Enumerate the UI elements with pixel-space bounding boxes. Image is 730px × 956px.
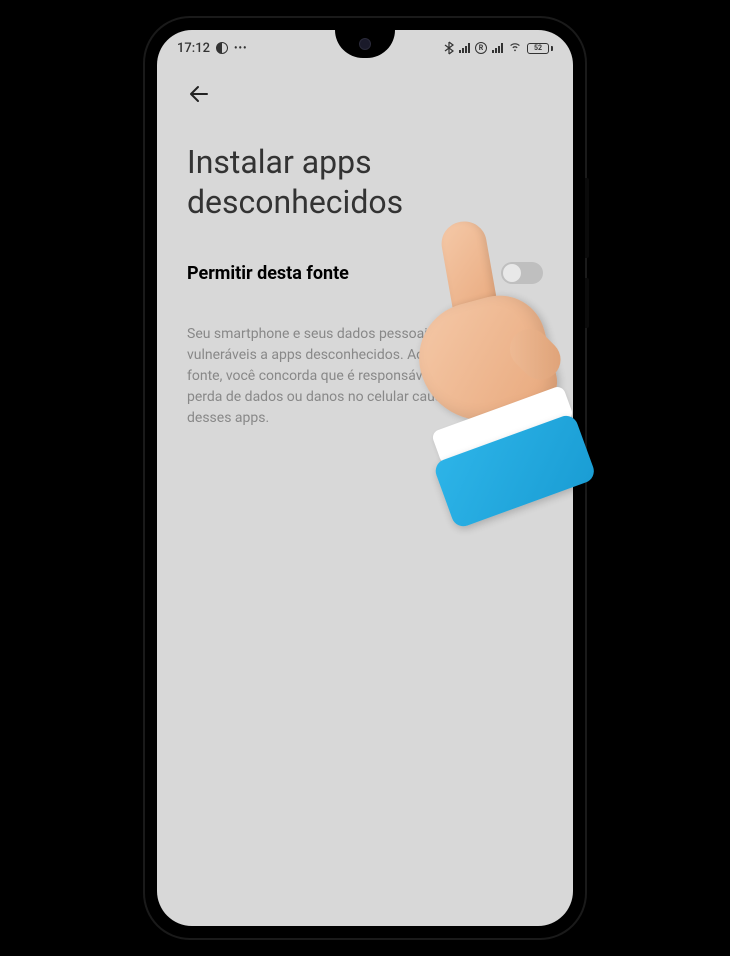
phone-volume-button — [585, 178, 589, 258]
toggle-knob — [503, 264, 521, 282]
allow-source-label: Permitir desta fonte — [187, 263, 349, 284]
status-time: 17:12 — [177, 41, 210, 56]
battery-icon: 52 — [527, 43, 553, 54]
registered-icon: R — [475, 42, 487, 54]
page-title: Instalar apps desconhecidos — [187, 142, 543, 222]
allow-source-toggle[interactable] — [501, 262, 543, 284]
more-notifications-icon: ••• — [234, 43, 248, 54]
wifi-icon — [508, 39, 522, 57]
phone-power-button — [585, 278, 589, 328]
bluetooth-icon — [444, 41, 454, 55]
front-camera — [359, 38, 371, 50]
dnd-icon — [216, 42, 228, 54]
back-button[interactable] — [187, 72, 211, 122]
signal-bars-2-icon — [492, 43, 503, 53]
status-bar-left: 17:12 ••• — [177, 41, 247, 56]
status-bar-right: R 52 — [444, 39, 553, 57]
signal-bars-1-icon — [459, 43, 470, 53]
